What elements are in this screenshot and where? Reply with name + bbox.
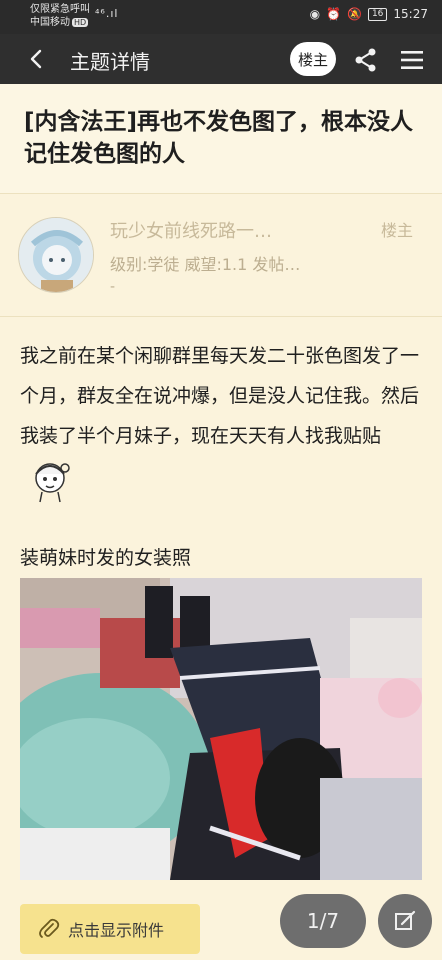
edit-icon — [395, 910, 416, 930]
post-photo[interactable] — [20, 578, 422, 880]
post-title: [内含法王]再也不发色图了，根本没人记住发色图的人 — [24, 109, 414, 167]
reply-edit-button[interactable] — [378, 894, 432, 948]
back-button[interactable] — [22, 44, 50, 74]
attach-label: 点击显示附件 — [68, 921, 165, 940]
chevron-left-icon — [30, 49, 42, 69]
hamburger-menu-icon — [401, 51, 423, 69]
page-title: 主题详情 — [70, 50, 150, 74]
status-right: ◉ ⏰ 🔕 16 15:27 — [310, 7, 428, 21]
image-caption: 装萌妹时发的女装照 — [20, 547, 192, 569]
mute-icon: 🔕 — [347, 7, 362, 21]
status-time: 15:27 — [393, 7, 428, 21]
author-meta: 级别:学徒 威望:1.1 发帖… — [110, 255, 301, 274]
author-role-tag: 楼主 — [381, 221, 414, 240]
status-carrier-name: 中国移动 — [30, 17, 70, 28]
top-navbar: 主题详情 楼主 — [0, 34, 442, 84]
avatar-image — [19, 218, 93, 292]
author-extra: - — [110, 279, 116, 295]
signal-text: ⁴⁶.ıl — [95, 7, 119, 20]
status-carrier: 仅限紧急呼叫 中国移动 HD — [30, 3, 90, 29]
battery-icon: 16 — [367, 7, 388, 21]
louzhu-filter-button[interactable]: 楼主 — [290, 42, 336, 76]
author-section: 玩少女前线死路一… 楼主 级别:学徒 威望:1.1 发帖… - — [0, 195, 442, 317]
photo-image — [20, 578, 422, 880]
post-title-section: [内含法王]再也不发色图了，根本没人记住发色图的人 — [0, 84, 442, 194]
menu-button[interactable] — [398, 46, 426, 74]
author-name[interactable]: 玩少女前线死路一… — [110, 217, 272, 243]
battery-level: 16 — [371, 8, 384, 19]
alarm-icon: ⏰ — [326, 7, 341, 21]
share-icon — [355, 48, 376, 72]
status-hd-badge: HD — [72, 18, 89, 27]
paperclip-icon — [39, 918, 60, 938]
status-emergency-text: 仅限紧急呼叫 — [30, 4, 90, 15]
author-avatar[interactable] — [18, 217, 94, 293]
share-button[interactable] — [352, 46, 380, 74]
status-bar: 仅限紧急呼叫 中国移动 HD ⁴⁶.ıl ◉ ⏰ 🔕 16 15:27 — [0, 0, 442, 34]
show-attachment-button[interactable]: 点击显示附件 — [20, 904, 200, 954]
signal-icon: ⁴⁶.ıl — [95, 7, 118, 20]
post-body: 我之前在某个闲聊群里每天发二十张色图发了一个月，群友全在说冲爆，但是没人记住我。… — [20, 336, 422, 504]
anime-girl-sticker-icon — [35, 463, 70, 503]
eye-icon: ◉ — [309, 7, 321, 21]
post-paragraph: 我之前在某个闲聊群里每天发二十张色图发了一个月，群友全在说冲爆，但是没人记住我。… — [20, 345, 420, 447]
page-indicator-text: 1/7 — [306, 909, 340, 933]
page-indicator-button[interactable]: 1/7 — [280, 894, 366, 948]
